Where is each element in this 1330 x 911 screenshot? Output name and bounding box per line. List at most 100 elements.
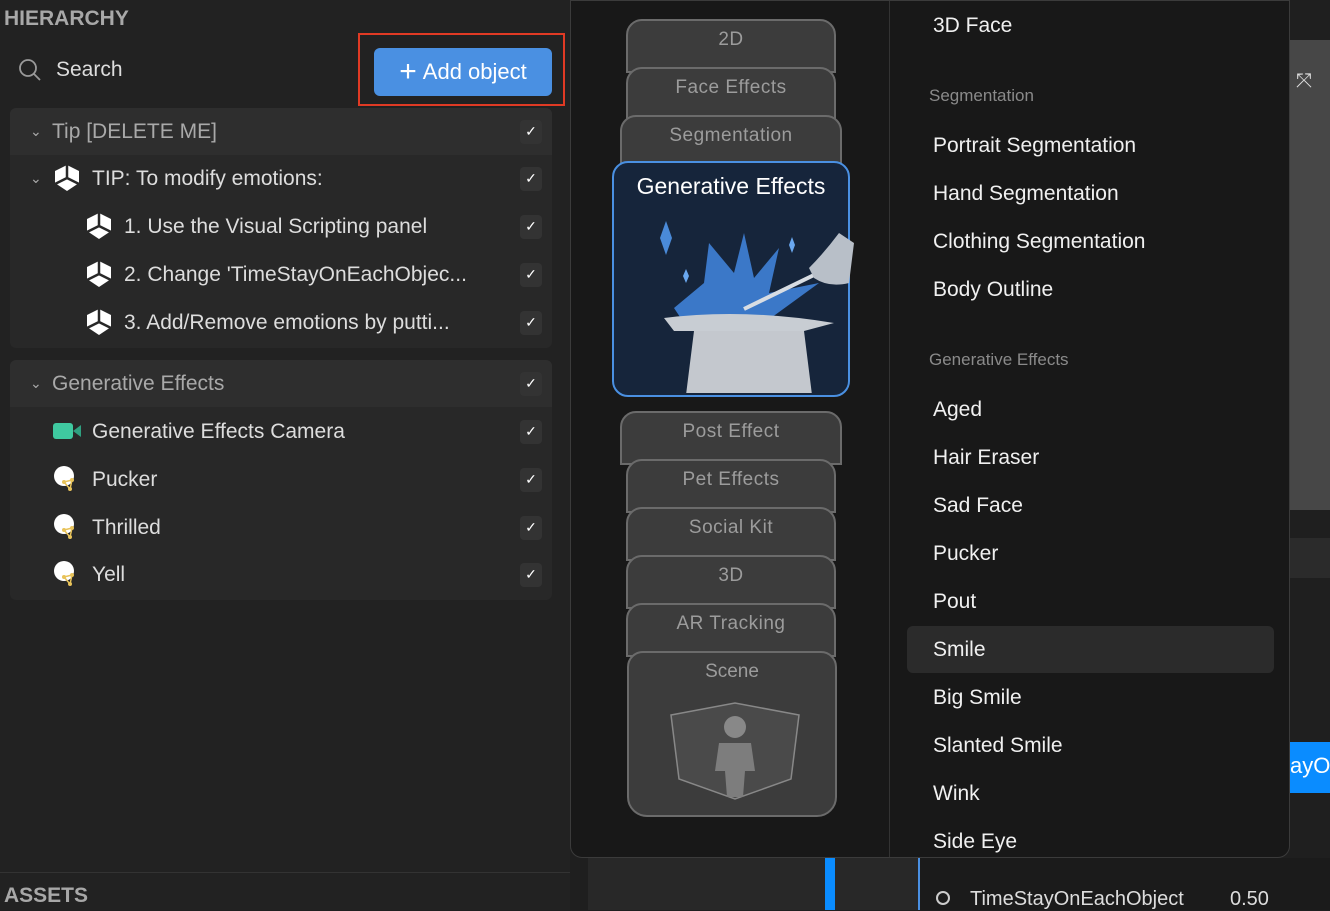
menu-item[interactable]: Side Eye: [933, 830, 1017, 854]
object-icon: [86, 309, 112, 335]
magic-hat-icon: [660, 221, 854, 393]
hierarchy-title: HIERARCHY: [4, 7, 129, 30]
search-icon: [19, 59, 41, 81]
menu-item[interactable]: Sad Face: [933, 494, 1023, 518]
param-value[interactable]: 0.50: [1230, 888, 1269, 911]
divider: [0, 872, 570, 873]
section-header: Segmentation: [929, 86, 1034, 105]
menu-item[interactable]: Pout: [933, 590, 976, 614]
tree-item-label: Pucker: [92, 467, 158, 491]
toolbar-strip: [1290, 538, 1330, 578]
menu-item[interactable]: Slanted Smile: [933, 734, 1063, 758]
search-input[interactable]: Search: [18, 58, 123, 82]
transform-gizmo-icon[interactable]: ⤧: [1296, 70, 1312, 93]
tree-item[interactable]: Pucker ✓: [10, 456, 552, 503]
category-label: Post Effect: [682, 421, 780, 442]
tree-item[interactable]: 2. Change 'TimeStayOnEachObjec... ✓: [10, 251, 552, 298]
tree-item[interactable]: ⌄ TIP: To modify emotions: ✓: [10, 155, 552, 202]
menu-item[interactable]: Aged: [933, 398, 982, 422]
face-mesh-icon: [54, 561, 74, 586]
menu-item[interactable]: Big Smile: [933, 686, 1022, 710]
visibility-checkbox[interactable]: ✓: [520, 262, 542, 287]
visibility-checkbox[interactable]: ✓: [520, 467, 542, 492]
plus-icon: +: [399, 55, 417, 88]
face-mesh-icon: [54, 466, 74, 491]
visibility-checkbox[interactable]: ✓: [520, 419, 542, 444]
menu-item[interactable]: Wink: [933, 782, 980, 806]
category-label: Face Effects: [675, 77, 787, 98]
visibility-checkbox[interactable]: ✓: [520, 214, 542, 239]
category-label: Social Kit: [688, 517, 774, 538]
chevron-down-icon[interactable]: ⌄: [30, 123, 42, 140]
category-tab-post-effect[interactable]: Post Effect: [620, 411, 842, 465]
visibility-checkbox[interactable]: ✓: [520, 562, 542, 587]
category-label: Scene: [705, 661, 759, 682]
category-tab-face-effects[interactable]: Face Effects: [626, 67, 836, 121]
category-label: Generative Effects: [636, 173, 826, 199]
search-placeholder: Search: [56, 58, 123, 81]
radio-icon[interactable]: [936, 891, 950, 905]
tree-item-label: TIP: To modify emotions:: [92, 166, 323, 190]
category-card-generative-effects[interactable]: Generative Effects: [612, 161, 854, 397]
category-label: Segmentation: [669, 125, 793, 146]
tree-item[interactable]: 3. Add/Remove emotions by putti... ✓: [10, 299, 552, 346]
category-tab-3d[interactable]: 3D: [626, 555, 836, 609]
category-label: AR Tracking: [676, 613, 786, 634]
menu-item[interactable]: Clothing Segmentation: [933, 230, 1145, 254]
object-icon: [54, 165, 80, 191]
tree-item[interactable]: 1. Use the Visual Scripting panel ✓: [10, 203, 552, 250]
tree-item[interactable]: Generative Effects Camera ✓: [10, 408, 552, 455]
menu-item[interactable]: Pucker: [933, 542, 998, 566]
add-object-menu: 2D Face Effects Segmentation Generative …: [570, 0, 1290, 858]
menu-item[interactable]: Hair Eraser: [933, 446, 1039, 470]
visibility-checkbox[interactable]: ✓: [520, 119, 542, 144]
camera-icon: [53, 423, 81, 439]
menu-item[interactable]: 3D Face: [933, 14, 1012, 38]
tree-item-label: Generative Effects: [52, 371, 225, 395]
chevron-down-icon[interactable]: ⌄: [30, 170, 42, 187]
object-icon: [86, 261, 112, 287]
tree-item-label: Generative Effects Camera: [92, 419, 345, 443]
category-label: 2D: [718, 29, 744, 50]
chevron-down-icon[interactable]: ⌄: [30, 375, 42, 392]
category-tab-pet-effects[interactable]: Pet Effects: [626, 459, 836, 513]
tree-item-label: 3. Add/Remove emotions by putti...: [124, 310, 450, 334]
category-tab-social-kit[interactable]: Social Kit: [626, 507, 836, 561]
tree-item-generative-effects[interactable]: ⌄ Generative Effects ✓: [10, 360, 552, 407]
menu-item[interactable]: Hand Segmentation: [933, 182, 1119, 206]
tree-item-label: Thrilled: [92, 515, 161, 539]
tree-item[interactable]: Thrilled ✓: [10, 504, 552, 551]
node-label: ayO: [1290, 753, 1330, 778]
category-tab-2d[interactable]: 2D: [626, 19, 836, 73]
script-node-button[interactable]: ayO: [1290, 742, 1330, 793]
visibility-checkbox[interactable]: ✓: [520, 515, 542, 540]
tree-item-tip[interactable]: ⌄ Tip [DELETE ME] ✓: [10, 108, 552, 155]
face-mesh-icon: [54, 514, 74, 539]
section-header: Generative Effects: [929, 350, 1069, 369]
scene-person-icon: [670, 702, 800, 800]
menu-item-hovered[interactable]: Smile: [933, 638, 986, 662]
timeline-playhead[interactable]: [825, 858, 835, 910]
param-name: TimeStayOnEachObject: [970, 888, 1184, 910]
assets-title: ASSETS: [4, 884, 89, 907]
timeline-area: [588, 858, 918, 910]
tree-item-label: 2. Change 'TimeStayOnEachObjec...: [124, 262, 467, 286]
divider: [889, 1, 890, 857]
menu-item[interactable]: Portrait Segmentation: [933, 134, 1136, 158]
tree-item[interactable]: Yell ✓: [10, 551, 552, 598]
tree-item-label: Tip [DELETE ME]: [52, 119, 217, 143]
tree-group-tip: ⌄ Tip [DELETE ME] ✓ ⌄ TIP: To modify emo…: [10, 108, 552, 348]
add-object-label: Add object: [422, 59, 527, 84]
category-tab-ar-tracking[interactable]: AR Tracking: [626, 603, 836, 657]
add-object-button[interactable]: + Add object: [374, 48, 552, 96]
tree-group-generative: ⌄ Generative Effects ✓ Generative Effect…: [10, 360, 552, 600]
category-card-scene[interactable]: Scene: [627, 651, 837, 817]
hierarchy-panel: HIERARCHY Search + Add object ⌄ Tip [DEL…: [0, 0, 570, 910]
tree-item-label: Yell: [92, 562, 126, 586]
category-label: Pet Effects: [682, 469, 780, 490]
menu-item[interactable]: Body Outline: [933, 278, 1053, 302]
scene-viewport[interactable]: ⤧: [1290, 40, 1330, 510]
visibility-checkbox[interactable]: ✓: [520, 166, 542, 191]
visibility-checkbox[interactable]: ✓: [520, 371, 542, 396]
visibility-checkbox[interactable]: ✓: [520, 310, 542, 335]
